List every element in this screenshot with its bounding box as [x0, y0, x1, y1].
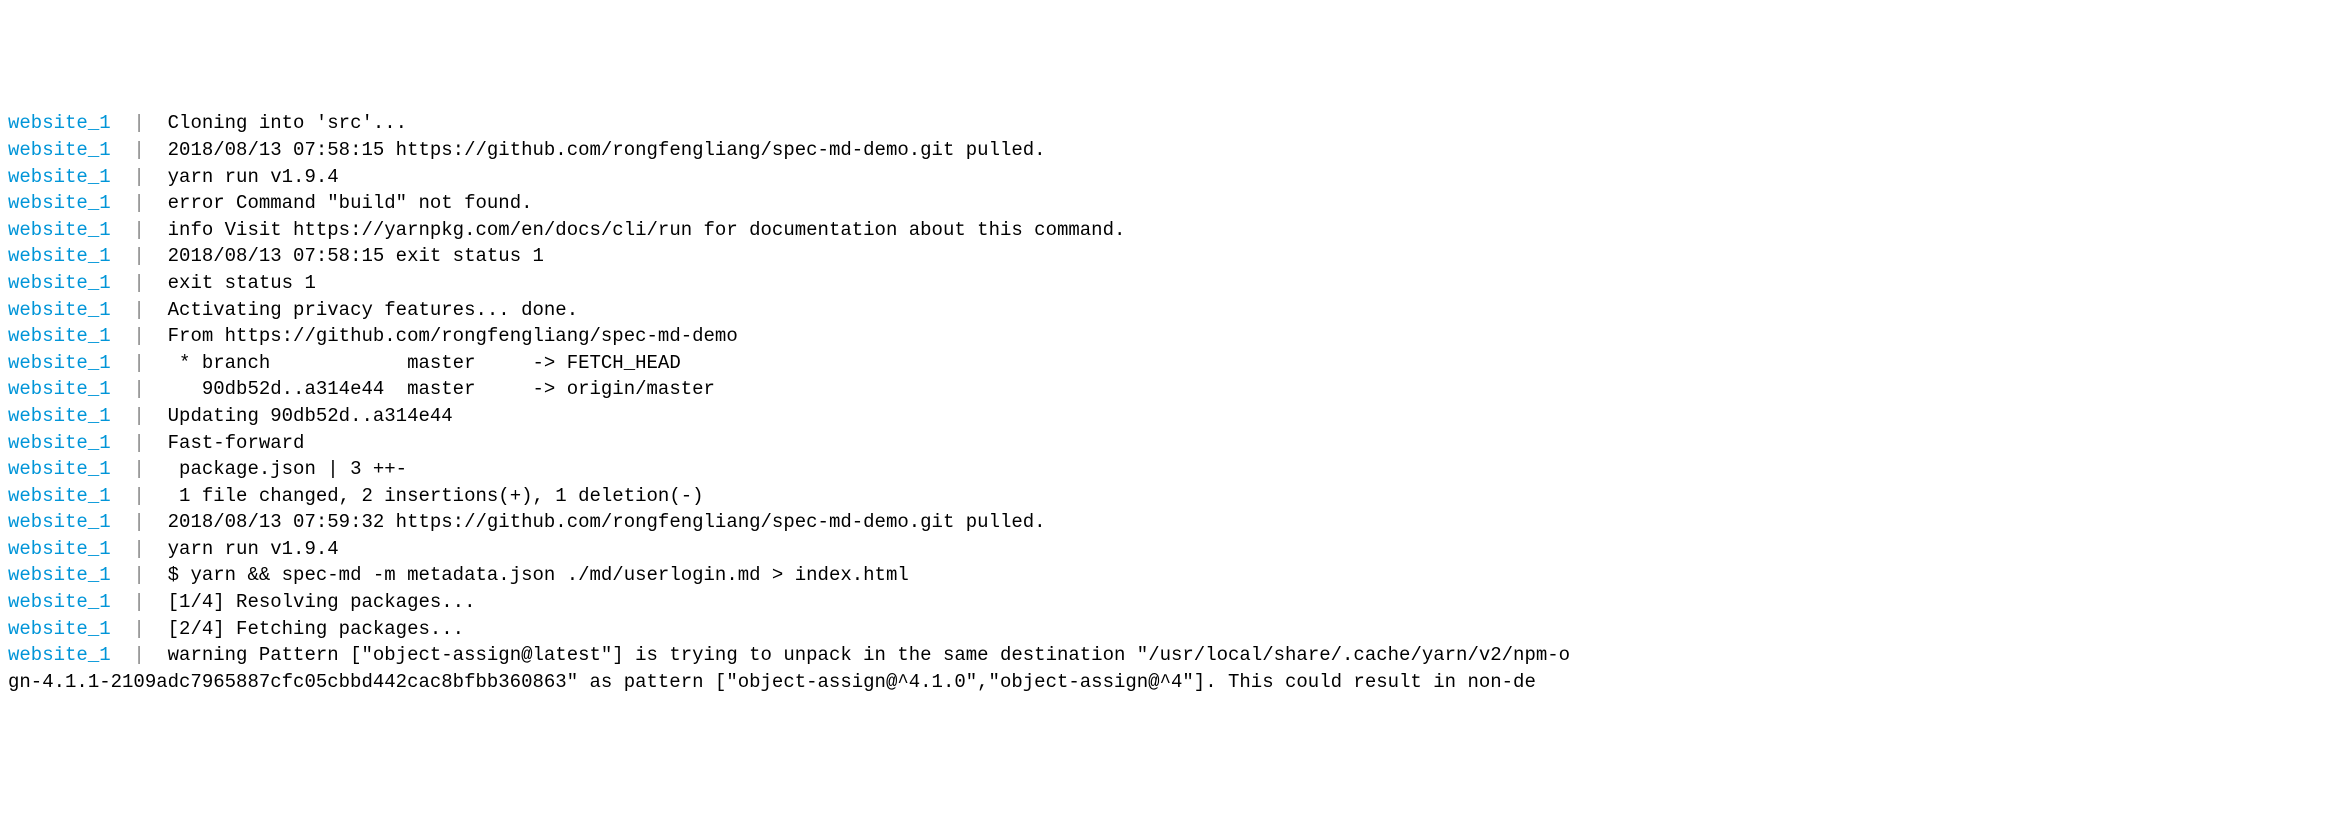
- log-content: Activating privacy features... done.: [156, 299, 578, 321]
- log-line: website_1 | [2/4] Fetching packages...: [8, 616, 2318, 643]
- log-prefix: website_1: [8, 299, 111, 321]
- log-separator: |: [111, 378, 157, 400]
- terminal-output: website_1 | Cloning into 'src'...website…: [8, 110, 2318, 695]
- log-line: website_1 | 2018/08/13 07:59:32 https://…: [8, 509, 2318, 536]
- log-content: Cloning into 'src'...: [156, 112, 407, 134]
- log-content: yarn run v1.9.4: [156, 538, 338, 560]
- log-separator: |: [111, 192, 157, 214]
- log-line: website_1 | info Visit https://yarnpkg.c…: [8, 217, 2318, 244]
- log-separator: |: [111, 112, 157, 134]
- log-line: website_1 | [1/4] Resolving packages...: [8, 589, 2318, 616]
- log-content: [2/4] Fetching packages...: [156, 618, 464, 640]
- log-line: website_1 | 1 file changed, 2 insertions…: [8, 483, 2318, 510]
- log-line: website_1 | exit status 1: [8, 270, 2318, 297]
- log-separator: |: [111, 458, 157, 480]
- log-content: [1/4] Resolving packages...: [156, 591, 475, 613]
- log-prefix: website_1: [8, 352, 111, 374]
- log-prefix: website_1: [8, 618, 111, 640]
- log-line: website_1 | $ yarn && spec-md -m metadat…: [8, 562, 2318, 589]
- log-continuation: gn-4.1.1-2109adc7965887cfc05cbbd442cac8b…: [8, 669, 2318, 696]
- log-separator: |: [111, 564, 157, 586]
- log-line: website_1 | 2018/08/13 07:58:15 exit sta…: [8, 243, 2318, 270]
- log-prefix: website_1: [8, 192, 111, 214]
- log-line: website_1 | yarn run v1.9.4: [8, 536, 2318, 563]
- log-prefix: website_1: [8, 325, 111, 347]
- log-content: info Visit https://yarnpkg.com/en/docs/c…: [156, 219, 1125, 241]
- log-prefix: website_1: [8, 538, 111, 560]
- log-prefix: website_1: [8, 219, 111, 241]
- log-content: Fast-forward: [156, 432, 304, 454]
- log-line: website_1 | package.json | 3 ++-: [8, 456, 2318, 483]
- log-prefix: website_1: [8, 511, 111, 533]
- log-separator: |: [111, 618, 157, 640]
- log-content: * branch master -> FETCH_HEAD: [156, 352, 681, 374]
- log-separator: |: [111, 405, 157, 427]
- log-line: website_1 | error Command "build" not fo…: [8, 190, 2318, 217]
- log-content: $ yarn && spec-md -m metadata.json ./md/…: [156, 564, 909, 586]
- log-separator: |: [111, 591, 157, 613]
- log-content: yarn run v1.9.4: [156, 166, 338, 188]
- log-prefix: website_1: [8, 139, 111, 161]
- log-separator: |: [111, 325, 157, 347]
- log-separator: |: [111, 432, 157, 454]
- log-line: website_1 | Activating privacy features.…: [8, 297, 2318, 324]
- log-separator: |: [111, 166, 157, 188]
- log-prefix: website_1: [8, 432, 111, 454]
- log-line: website_1 | Updating 90db52d..a314e44: [8, 403, 2318, 430]
- log-prefix: website_1: [8, 458, 111, 480]
- log-separator: |: [111, 299, 157, 321]
- log-content: warning Pattern ["object-assign@latest"]…: [156, 644, 1570, 666]
- log-line: website_1 | 2018/08/13 07:58:15 https://…: [8, 137, 2318, 164]
- log-separator: |: [111, 352, 157, 374]
- log-line: website_1 | yarn run v1.9.4: [8, 164, 2318, 191]
- log-prefix: website_1: [8, 112, 111, 134]
- log-content: exit status 1: [156, 272, 316, 294]
- log-separator: |: [111, 511, 157, 533]
- log-prefix: website_1: [8, 485, 111, 507]
- log-prefix: website_1: [8, 591, 111, 613]
- log-separator: |: [111, 139, 157, 161]
- log-prefix: website_1: [8, 405, 111, 427]
- log-line: website_1 | Fast-forward: [8, 430, 2318, 457]
- log-separator: |: [111, 485, 157, 507]
- log-prefix: website_1: [8, 166, 111, 188]
- log-line: website_1 | Cloning into 'src'...: [8, 110, 2318, 137]
- log-line: website_1 | From https://github.com/rong…: [8, 323, 2318, 350]
- log-separator: |: [111, 219, 157, 241]
- log-separator: |: [111, 245, 157, 267]
- log-prefix: website_1: [8, 564, 111, 586]
- log-separator: |: [111, 644, 157, 666]
- log-prefix: website_1: [8, 378, 111, 400]
- log-separator: |: [111, 538, 157, 560]
- log-content: From https://github.com/rongfengliang/sp…: [156, 325, 738, 347]
- log-content: package.json | 3 ++-: [156, 458, 407, 480]
- log-prefix: website_1: [8, 245, 111, 267]
- log-content: 2018/08/13 07:58:15 https://github.com/r…: [156, 139, 1045, 161]
- log-line: website_1 | 90db52d..a314e44 master -> o…: [8, 376, 2318, 403]
- log-content: 2018/08/13 07:58:15 exit status 1: [156, 245, 544, 267]
- log-content: 1 file changed, 2 insertions(+), 1 delet…: [156, 485, 703, 507]
- log-line: website_1 | * branch master -> FETCH_HEA…: [8, 350, 2318, 377]
- log-prefix: website_1: [8, 272, 111, 294]
- log-separator: |: [111, 272, 157, 294]
- log-line: website_1 | warning Pattern ["object-ass…: [8, 642, 2318, 669]
- log-content: Updating 90db52d..a314e44: [156, 405, 452, 427]
- log-content: 90db52d..a314e44 master -> origin/master: [156, 378, 715, 400]
- log-prefix: website_1: [8, 644, 111, 666]
- log-content: error Command "build" not found.: [156, 192, 532, 214]
- log-content: 2018/08/13 07:59:32 https://github.com/r…: [156, 511, 1045, 533]
